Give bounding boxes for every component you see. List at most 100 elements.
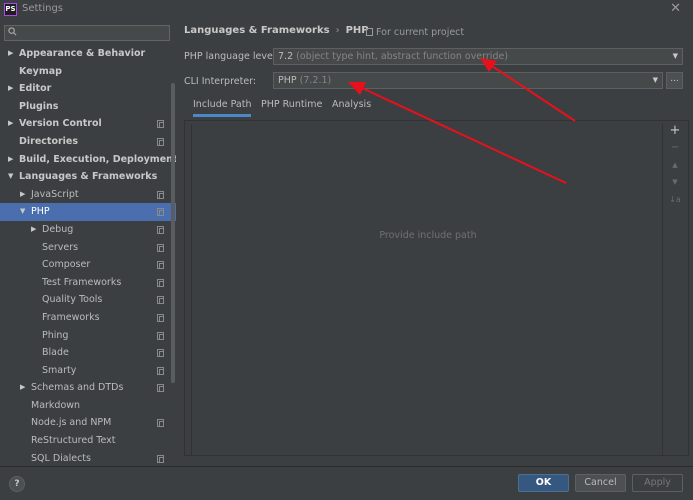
tree-item-composer[interactable]: Composer [0, 256, 176, 274]
tree-item-label: Quality Tools [42, 294, 103, 306]
tree-item-version-control[interactable]: ▶ Version Control [0, 115, 176, 133]
project-settings-icon [157, 208, 164, 217]
help-icon[interactable]: ? [9, 476, 25, 492]
expand-right-icon[interactable]: ▶ [8, 151, 13, 169]
tree-item-restructured-text[interactable]: ReStructured Text [0, 432, 176, 450]
tree-item-label: Composer [42, 259, 91, 271]
tree-item-label: Node.js and NPM [31, 417, 112, 429]
sidebar-scrollbar[interactable] [171, 83, 175, 383]
include-path-panel: Provide include path + − ▲ ▼ ↓a [184, 120, 689, 456]
settings-tree: ▶ Appearance & Behavior Keymap ▶ Editor Plugi… [0, 45, 176, 466]
expand-right-icon[interactable]: ▶ [8, 45, 13, 63]
php-language-level-label: PHP language level: [184, 51, 279, 62]
project-copy-icon [366, 28, 373, 36]
expand-right-icon[interactable]: ▶ [20, 379, 25, 397]
project-settings-icon [157, 331, 164, 340]
expand-down-icon[interactable]: ▼ [20, 203, 25, 221]
expand-right-icon[interactable]: ▶ [20, 186, 25, 204]
tree-item-label: Test Frameworks [42, 276, 122, 288]
tree-item-php[interactable]: ▼ PHP [0, 203, 176, 221]
tree-item-label: SQL Dialects [31, 452, 91, 464]
tree-item-sql-dialects[interactable]: SQL Dialects [0, 450, 176, 466]
tree-item-label: Schemas and DTDs [31, 382, 124, 394]
browse-interpreter-button[interactable]: ... [666, 72, 683, 89]
project-settings-icon [157, 190, 164, 199]
include-path-list[interactable]: Provide include path [191, 124, 663, 455]
breadcrumb: Languages & Frameworks › PHP [184, 25, 369, 36]
expand-right-icon[interactable]: ▶ [8, 80, 13, 98]
project-settings-icon [157, 261, 164, 270]
tree-item-markdown[interactable]: Markdown [0, 397, 176, 415]
tree-item-label: ReStructured Text [31, 435, 116, 447]
tree-item-label: Servers [42, 241, 79, 253]
tree-item-label: Appearance & Behavior [19, 48, 146, 59]
tree-item-debug[interactable]: ▶ Debug [0, 221, 176, 239]
settings-sidebar: ▶ Appearance & Behavior Keymap ▶ Editor Plugi… [0, 19, 176, 466]
tree-item-label: PHP [31, 206, 50, 218]
tab-php-runtime[interactable]: PHP Runtime [261, 99, 322, 110]
include-path-empty-text: Provide include path [379, 230, 477, 241]
add-icon[interactable]: + [663, 123, 687, 138]
project-settings-icon [157, 225, 164, 234]
settings-main-panel: Languages & Frameworks › PHP For current p… [178, 19, 693, 466]
window-title: Settings [22, 3, 64, 14]
project-settings-icon [157, 366, 164, 375]
phpstorm-app-icon: PS [4, 3, 17, 16]
project-settings-icon [157, 454, 164, 463]
tree-item-languages-frameworks[interactable]: ▼ Languages & Frameworks [0, 168, 176, 186]
cli-interpreter-label: CLI Interpreter: [184, 76, 257, 87]
tree-item-label: Frameworks [42, 311, 100, 323]
title-bar: PS Settings ✕ [0, 0, 693, 19]
cancel-button[interactable]: Cancel [575, 474, 626, 492]
close-window-icon[interactable]: ✕ [670, 1, 681, 16]
php-language-level-hint: (object type hint, abstract function ove… [296, 51, 509, 62]
tree-item-frameworks[interactable]: Frameworks [0, 309, 176, 327]
tree-item-label: Smarty [42, 364, 77, 376]
project-scope-label: For current project [376, 27, 465, 38]
remove-icon[interactable]: − [663, 142, 687, 153]
php-language-level-select[interactable]: 7.2 (object type hint, abstract function… [273, 48, 683, 65]
chevron-down-icon: ▼ [672, 52, 678, 60]
cli-interpreter-select[interactable]: PHP (7.2.1) ▼ [273, 72, 663, 89]
ok-button[interactable]: OK [518, 474, 569, 492]
tree-item-directories[interactable]: Directories [0, 133, 176, 151]
tree-item-test-frameworks[interactable]: Test Frameworks [0, 274, 176, 292]
apply-button[interactable]: Apply [632, 474, 683, 492]
tree-item-schemas-and-dtds[interactable]: ▶ Schemas and DTDs [0, 379, 176, 397]
tree-item-label: Plugins [19, 100, 59, 112]
project-settings-icon [157, 349, 164, 358]
tree-item-node-js-and-npm[interactable]: Node.js and NPM [0, 414, 176, 432]
project-settings-icon [157, 313, 164, 322]
move-up-icon[interactable]: ▲ [663, 161, 687, 169]
project-settings-icon [157, 120, 164, 129]
tree-item-quality-tools[interactable]: Quality Tools [0, 291, 176, 309]
chevron-down-icon: ▼ [652, 76, 658, 84]
tree-item-editor[interactable]: ▶ Editor [0, 80, 176, 98]
tree-item-label: Directories [19, 135, 79, 147]
tab-include-path[interactable]: Include Path [193, 99, 252, 117]
tree-item-phing[interactable]: Phing [0, 327, 176, 345]
project-scope-note: For current project [366, 27, 464, 38]
cli-interpreter-value: PHP [278, 75, 297, 86]
project-settings-icon [157, 296, 164, 305]
tree-item-servers[interactable]: Servers [0, 239, 176, 257]
tab-analysis[interactable]: Analysis [332, 99, 371, 110]
project-settings-icon [157, 384, 164, 393]
tree-item-javascript[interactable]: ▶ JavaScript [0, 186, 176, 204]
expand-right-icon[interactable]: ▶ [8, 115, 13, 133]
tree-item-build-execution-deployment[interactable]: ▶ Build, Execution, Deployment [0, 151, 176, 169]
move-down-icon[interactable]: ▼ [663, 178, 687, 186]
tree-item-label: Keymap [19, 65, 62, 77]
cli-interpreter-version: (7.2.1) [299, 75, 332, 86]
tree-item-blade[interactable]: Blade [0, 344, 176, 362]
expand-right-icon[interactable]: ▶ [31, 221, 36, 239]
sort-icon[interactable]: ↓a [663, 195, 687, 204]
project-settings-icon [157, 419, 164, 428]
tree-item-label: Build, Execution, Deployment [19, 153, 176, 165]
tree-item-smarty[interactable]: Smarty [0, 362, 176, 380]
expand-down-icon[interactable]: ▼ [8, 168, 13, 186]
tree-item-appearance-behavior[interactable]: ▶ Appearance & Behavior [0, 45, 176, 63]
settings-search-input[interactable] [4, 25, 170, 41]
tree-item-keymap[interactable]: Keymap [0, 63, 176, 81]
tree-item-plugins[interactable]: Plugins [0, 98, 176, 116]
